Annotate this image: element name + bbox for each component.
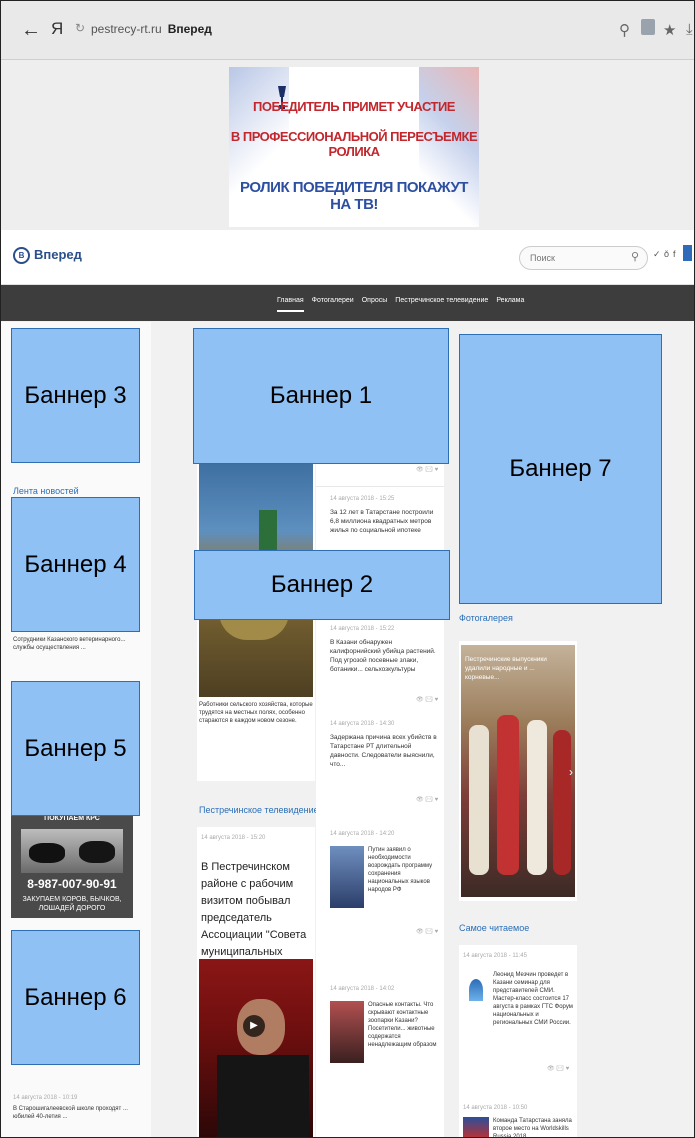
reload-icon[interactable]: ↻ [75,21,85,35]
news-item-title[interactable]: В Казани обнаружен калифорнийский убийца… [330,638,440,674]
left-bottom-date: 14 августа 2018 - 10:19 [13,1095,78,1101]
site-search[interactable]: ⚲ [519,246,648,270]
url-text: pestrecy-rt.ru [91,22,162,36]
most-read-date: 14 августа 2018 - 11:45 [463,953,527,959]
news-date: 14 августа 2018 - 14:20 [330,831,395,837]
most-read-card: 14 августа 2018 - 11:45 Леонид Мезчин пр… [459,945,577,1137]
most-read-thumb [463,973,489,1007]
main-nav: Главная Фотогалереи Опросы Пестречинское… [1,285,694,321]
news-item-title[interactable]: Задержана причина всех убийств в Татарст… [330,733,440,769]
logo-text: Вперед [34,247,82,262]
banner-5[interactable]: Баннер 5 [11,681,140,816]
news-thumb [330,1001,364,1063]
news-stats: 👁 ✉ ♥ [416,929,439,935]
address-bar[interactable]: ↻ pestrecy-rt.ru Вперед [73,17,663,45]
cattle-ad-phone: 8-987-007-90-91 [27,877,117,891]
logo-mark-icon: В [13,247,30,265]
back-button[interactable]: ← [21,19,41,42]
nav-item-ads[interactable]: Реклама [496,297,524,312]
section-most-read[interactable]: Самое читаемое [459,923,529,933]
news-date: 14 августа 2018 - 15:22 [330,626,395,632]
second-thumb [463,1117,489,1137]
news-date: 14 августа 2018 - 15:25 [330,496,395,502]
views-icon: 👁 ✉ ♥ [416,467,439,473]
search-icon[interactable]: ⚲ [619,21,630,39]
top-ad-banner[interactable]: ПОБЕДИТЕЛЬ ПРИМЕТ УЧАСТИЕ В ПРОФЕССИОНАЛ… [229,67,479,227]
search-input[interactable] [528,252,622,264]
facebook-icon[interactable]: f [673,249,676,259]
nav-item-home[interactable]: Главная [277,297,304,312]
most-read-title[interactable]: Леонид Мезчин проведет в Казани семинар … [493,971,575,1027]
page: ← Я ↻ pestrecy-rt.ru Вперед ⚲ ★ ⤓ ПОБЕДИТ… [0,0,695,1138]
news-item-title[interactable]: Путин заявил о необходимости возрождать … [368,846,442,894]
banner-4[interactable]: Баннер 4 [11,497,140,632]
tv-date: 14 августа 2018 - 15:20 [201,835,266,841]
second-date: 14 августа 2018 - 10:50 [463,1105,528,1111]
cattle-ad-text: ЗАКУПАЕМ КОРОВ, БЫЧКОВ, ЛОШАДЕЙ ДОРОГО [22,896,122,912]
news-thumb [330,846,364,908]
yandex-logo[interactable]: Я [51,19,63,39]
cattle-image [21,829,123,873]
ad-line-1: ПОБЕДИТЕЛЬ ПРИМЕТ УЧАСТИЕ [253,99,455,114]
vk-icon[interactable]: ✓ [653,249,661,260]
gallery-card[interactable]: Пестречинские выпускники удалили народны… [459,641,577,901]
gallery-next-icon[interactable]: › [569,765,573,779]
search-icon[interactable]: ⚲ [631,250,639,263]
bookmark-star-icon[interactable]: ★ [663,21,676,39]
section-tv[interactable]: Пестречинское телевидение [199,805,319,815]
page-title-text: Вперед [167,22,212,36]
site-logo[interactable]: В Вперед [13,247,82,265]
gallery-photo: Пестречинские выпускники удалили народны… [461,645,575,897]
cattle-ad[interactable]: ПОКУПАЕМ КРС 8-987-007-90-91 ЗАКУПАЕМ КО… [11,813,133,918]
nav-item-tv[interactable]: Пестречинское телевидение [395,297,488,312]
lead-text: Работники сельского хозяйства, которые т… [199,702,313,724]
download-icon[interactable]: ⤓ [686,21,693,38]
nav-item-polls[interactable]: Опросы [362,297,388,312]
banner-3[interactable]: Баннер 3 [11,328,140,463]
nav-item-photogalleries[interactable]: Фотогалереи [312,297,354,312]
news-item-title[interactable]: За 12 лет в Татарстане построили 6,8 мил… [330,508,440,535]
tv-news-card[interactable]: 14 августа 2018 - 15:20 В Пестречинском … [197,827,315,1137]
ok-icon[interactable]: ǒ [664,249,669,259]
tv-video-thumb[interactable]: ▶ [199,959,313,1137]
banner-6[interactable]: Баннер 6 [11,930,140,1065]
banner-7[interactable]: Баннер 7 [459,334,662,604]
age-rating-icon [683,245,692,261]
section-photo-gallery[interactable]: Фотогалерея [459,613,513,623]
second-title[interactable]: Команда Татарстана заняла второе место н… [493,1117,575,1137]
cattle-ad-top: ПОКУПАЕМ КРС [44,815,100,822]
news-date: 14 августа 2018 - 14:30 [330,721,395,727]
news-stats: 👁 ✉ ♥ [547,1066,570,1072]
play-icon[interactable]: ▶ [243,1015,265,1037]
news-stats: 👁 ✉ ♥ [416,697,439,703]
banner-2[interactable]: Баннер 2 [194,550,450,620]
ad-line-2: В ПРОФЕССИОНАЛЬНОЙ ПЕРЕСЪЕМКЕ РОЛИКА [230,129,478,159]
site-header: В Вперед ⚲ ✓ ǒ f [1,230,694,285]
ad-line-3: РОЛИК ПОБЕДИТЕЛЯ ПОКАЖУТ НА ТВ! [240,179,468,213]
left-news-item[interactable]: Сотрудники Казанского ветеринарного... с… [13,636,141,652]
news-item-title[interactable]: Опасные контакты. Что скрывают контактны… [368,1001,442,1049]
gallery-caption: Пестречинские выпускники удалили народны… [465,656,547,681]
news-stats: 👁 ✉ ♥ [416,797,439,803]
news-date: 14 августа 2018 - 14:02 [330,986,395,992]
left-bottom-news[interactable]: В Старошигалеевской школе проходят ... ю… [13,1105,135,1121]
browser-toolbar: ← Я ↻ pestrecy-rt.ru Вперед ⚲ ★ ⤓ [1,1,694,60]
section-news-feed[interactable]: Лента новостей [13,486,79,496]
banner-1[interactable]: Баннер 1 [193,328,449,464]
extension-icon[interactable] [641,19,655,35]
